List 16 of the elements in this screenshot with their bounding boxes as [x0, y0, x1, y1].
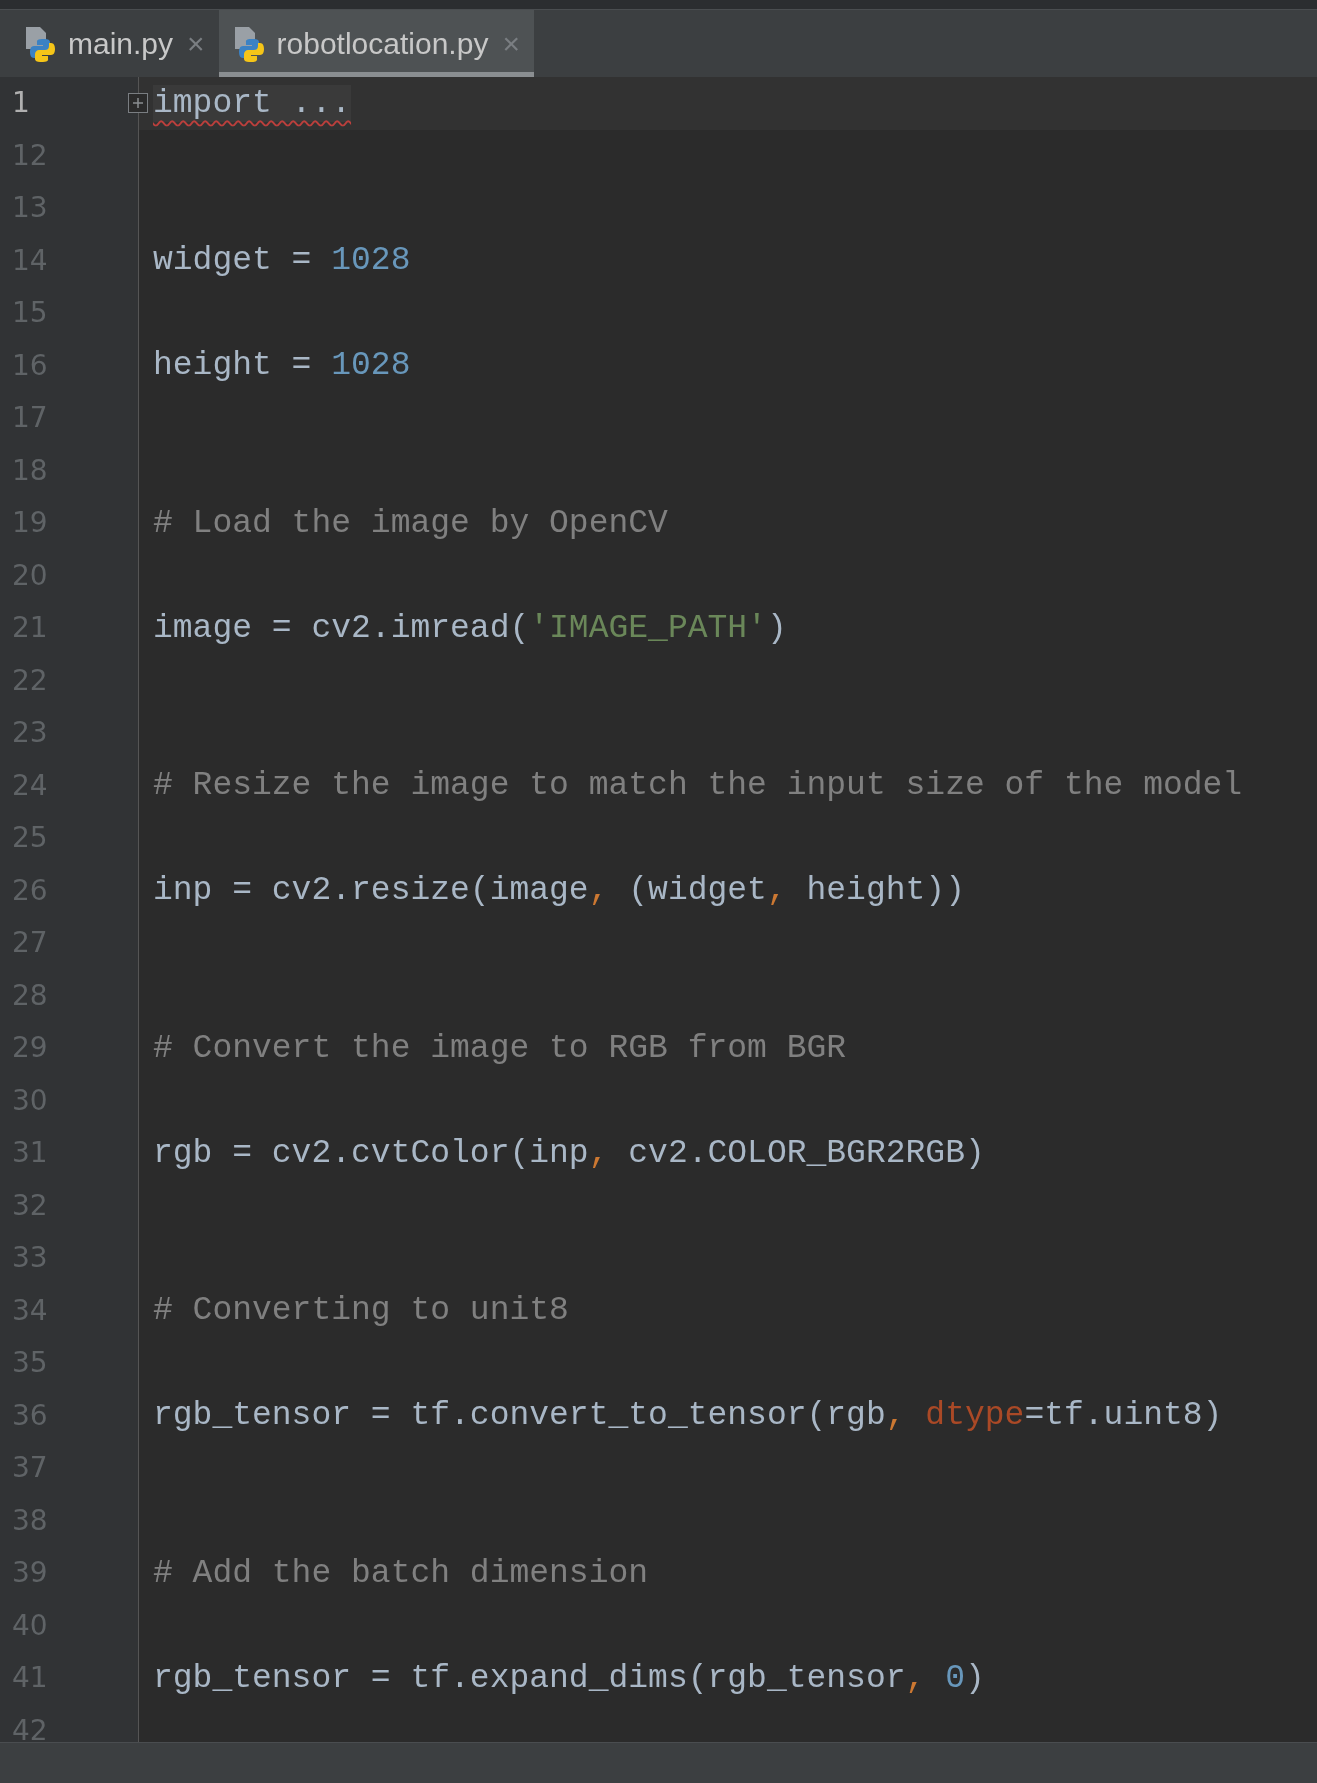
code-line: rgb_tensor = tf.expand_dims(rgb_tensor, 0)	[153, 1658, 985, 1699]
code-line: rgb = cv2.cvtColor(inp, cv2.COLOR_BGR2RGB)	[153, 1133, 985, 1174]
code-line: inp = cv2.resize(image, (widget, height))	[153, 871, 965, 911]
line-number: 1	[12, 85, 30, 122]
code-line: # Resize the image to match the input size of the model	[153, 766, 1243, 806]
close-icon[interactable]: ×	[187, 28, 205, 59]
code-line: image = cv2.imread('IMAGE_PATH')	[153, 608, 787, 649]
code-line: widget = 1028	[153, 241, 411, 281]
code-line: # Converting to unit8	[153, 1291, 569, 1331]
fold-icon[interactable]	[128, 93, 148, 114]
code-line: # Convert the image to RGB from BGR	[153, 1028, 847, 1069]
file-tab[interactable]: robotlocation.py ×	[218, 10, 534, 77]
code-line: # Load the image by OpenCV	[153, 503, 668, 544]
code-line: height = 1028	[153, 346, 411, 386]
code-line: rgb_tensor = tf.convert_to_tensor(rgb, dtype=tf.uint8)	[153, 1396, 1223, 1436]
code-line: # Add the batch dimension	[153, 1553, 649, 1594]
